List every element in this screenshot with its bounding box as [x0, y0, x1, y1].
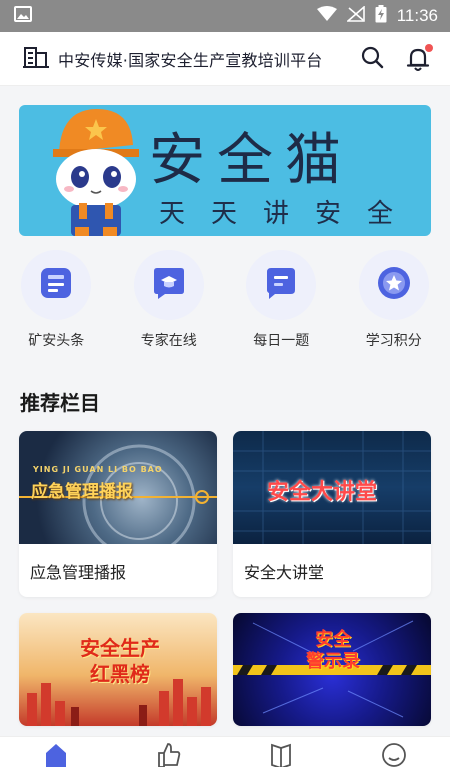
banner-title: 安全猫 — [149, 128, 353, 193]
status-bar: 11:36 — [0, 0, 450, 32]
card-thumbnail: 安全生产 红黑榜 — [19, 613, 217, 726]
card-thumbnail: 安全大讲堂 — [233, 431, 431, 544]
card-red-black-list[interactable]: 安全生产 红黑榜 — [19, 613, 217, 726]
bottom-tab-bar — [0, 736, 450, 768]
building-icon — [22, 45, 50, 73]
tab-recommend[interactable] — [139, 741, 199, 768]
card-safety-warning[interactable]: 安全 警示录 — [233, 613, 431, 726]
nav-item-points[interactable]: 学习积分 — [338, 250, 450, 350]
app-header: 中安传媒·国家安全生产宣教培训平台 — [0, 32, 450, 86]
thumb-subtext: YING JI GUAN LI BO BAO — [33, 465, 163, 474]
thumb-title: 安全生产 红黑榜 — [80, 636, 160, 686]
search-icon[interactable] — [360, 45, 384, 73]
home-icon — [43, 741, 69, 768]
card-emergency-broadcast[interactable]: YING JI GUAN LI BO BAO 应急管理播报 应急管理播报 — [19, 431, 217, 597]
notification-badge — [425, 43, 433, 52]
wifi-icon — [316, 6, 337, 26]
profile-icon — [381, 741, 407, 768]
tab-study[interactable] — [251, 741, 311, 768]
tab-profile[interactable] — [364, 741, 424, 768]
book-icon — [268, 741, 294, 768]
nav-label: 专家在线 — [140, 333, 197, 349]
nav-item-expert[interactable]: 专家在线 — [113, 250, 225, 350]
status-time: 11:36 — [396, 6, 438, 25]
nav-label: 矿安头条 — [28, 333, 85, 349]
points-icon — [375, 264, 413, 306]
news-icon — [38, 265, 74, 305]
card-thumbnail: YING JI GUAN LI BO BAO 应急管理播报 — [19, 431, 217, 544]
thumb-title: 安全大讲堂 — [267, 480, 378, 505]
battery-icon — [375, 5, 387, 27]
cat-mascot-icon — [39, 105, 149, 236]
promo-banner[interactable]: 安全猫 天天讲安全 — [19, 105, 431, 236]
tab-home[interactable] — [26, 741, 86, 768]
card-label: 安全大讲堂 — [244, 562, 325, 582]
gallery-icon — [14, 6, 32, 26]
thumb-title: 应急管理播报 — [31, 482, 133, 502]
expert-icon — [150, 265, 188, 305]
notification-button[interactable] — [406, 43, 433, 72]
thumb-title: 安全 警示录 — [306, 629, 360, 672]
quick-nav: 矿安头条 专家在线 每日一题 学习积分 — [0, 250, 450, 350]
nav-label: 学习积分 — [365, 333, 422, 349]
question-icon — [263, 265, 299, 305]
recommend-grid: YING JI GUAN LI BO BAO 应急管理播报 应急管理播报 安全大… — [19, 431, 432, 726]
card-label: 应急管理播报 — [30, 562, 127, 582]
header-title: 中安传媒·国家安全生产宣教培训平台 — [58, 50, 323, 70]
nav-item-daily-question[interactable]: 每日一题 — [225, 250, 337, 350]
card-safety-lecture[interactable]: 安全大讲堂 安全大讲堂 — [233, 431, 431, 597]
thumb-icon — [156, 741, 182, 768]
nav-item-news[interactable]: 矿安头条 — [0, 250, 112, 350]
bell-icon — [406, 48, 430, 76]
section-title: 推荐栏目 — [20, 391, 100, 415]
banner-subtitle: 天天讲安全 — [159, 199, 420, 229]
card-thumbnail: 安全 警示录 — [233, 613, 431, 726]
nav-label: 每日一题 — [253, 333, 310, 349]
signal-icon — [345, 5, 365, 26]
